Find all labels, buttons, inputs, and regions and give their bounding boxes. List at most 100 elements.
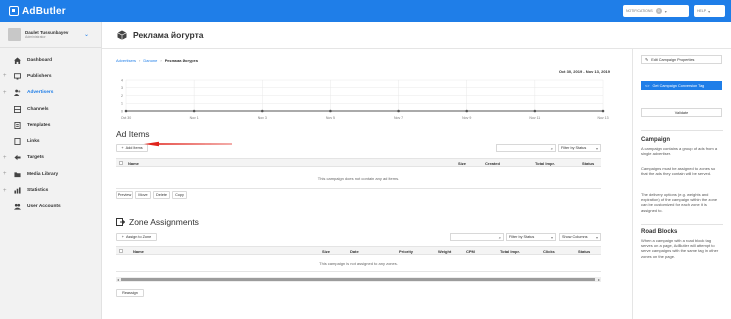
breadcrumb-item-current: Реклама йогурта <box>164 58 198 63</box>
column-header-weight[interactable]: Weight <box>438 249 451 254</box>
chevron-down-icon[interactable]: ⌄ <box>84 31 89 38</box>
sidebar: Daulet Tussunbayev Administrator ⌄ Dashb… <box>0 22 102 319</box>
preview-button[interactable]: Preview <box>116 191 133 199</box>
road-blocks-help-text: When a campaign with a road block tag se… <box>641 238 719 259</box>
breadcrumb-item-advertisers[interactable]: Advertisers <box>116 58 136 63</box>
monitor-icon <box>13 73 21 80</box>
expand-plus-icon[interactable]: + <box>3 155 7 161</box>
expand-plus-icon[interactable]: + <box>3 90 7 96</box>
column-header-size[interactable]: Size <box>322 249 330 254</box>
column-header-status[interactable]: Status <box>578 249 590 254</box>
column-header-cpm[interactable]: CPM <box>466 249 475 254</box>
notifications-dropdown[interactable]: NOTIFICATIONS 0 ▾ <box>623 5 689 17</box>
sidebar-item-label: Links <box>27 139 40 145</box>
chart-data-point[interactable] <box>124 109 128 113</box>
column-header-priority[interactable]: Priority <box>399 249 413 254</box>
sidebar-item-publishers[interactable]: + Publishers <box>0 68 101 84</box>
template-icon <box>13 121 21 129</box>
sidebar-item-media-library[interactable]: + Media Library <box>0 166 101 182</box>
chart-data-point[interactable] <box>533 109 537 113</box>
column-header-total-impr[interactable]: Total Impr. <box>500 249 520 254</box>
edit-campaign-properties-button[interactable]: ✎ Edit Campaign Properties <box>641 55 722 64</box>
breadcrumb-separator: › <box>160 58 162 63</box>
sidebar-item-label: Channels <box>27 106 49 112</box>
breadcrumb-separator: › <box>139 58 141 63</box>
avatar <box>8 28 21 41</box>
move-button[interactable]: Move <box>135 191 151 199</box>
chart-data-point[interactable] <box>601 109 605 113</box>
sidebar-item-label: Dashboard <box>27 57 53 63</box>
delete-button[interactable]: Delete <box>153 191 170 199</box>
stats-icon <box>13 187 21 194</box>
add-items-label: Add Items <box>125 146 143 150</box>
assign-to-zone-button[interactable]: + Assign to Zone <box>116 233 157 241</box>
folder-icon <box>13 171 21 178</box>
chart-data-point[interactable] <box>260 109 264 113</box>
chart-data-point[interactable] <box>465 109 469 113</box>
sidebar-item-advertisers[interactable]: + Advertisers <box>0 85 101 101</box>
column-header-size[interactable]: Size <box>458 161 466 166</box>
plus-icon: + <box>121 235 124 239</box>
sidebar-item-channels[interactable]: Channels <box>0 101 101 117</box>
divider <box>641 224 723 225</box>
sidebar-item-links[interactable]: Links <box>0 133 101 149</box>
column-header-clicks[interactable]: Clicks <box>543 249 555 254</box>
sidebar-item-user-accounts[interactable]: User Accounts <box>0 199 101 215</box>
expand-plus-icon[interactable]: + <box>3 171 7 177</box>
show-columns-dropdown[interactable]: Show Columns ▾ <box>559 233 601 241</box>
annotation-arrow-icon <box>144 141 232 147</box>
code-icon: <> <box>645 83 650 88</box>
chart-y-tick-label: 1 <box>121 102 123 106</box>
validate-button[interactable]: Validate <box>641 108 722 117</box>
ad-items-search-input[interactable]: ⌕ <box>496 144 556 152</box>
divider <box>641 130 723 131</box>
chart-date-range[interactable]: Oct 30, 2019 - Nov 13, 2019 <box>559 69 610 74</box>
zones-search-input[interactable]: ⌕ <box>450 233 504 241</box>
help-dropdown[interactable]: HELP ▾ <box>694 5 725 17</box>
logo[interactable]: AdButler <box>9 4 66 18</box>
breadcrumb-item-advertiser[interactable]: Danone <box>143 58 157 63</box>
sidebar-item-templates[interactable]: Templates <box>0 117 101 133</box>
select-all-checkbox[interactable] <box>119 248 123 253</box>
chart-x-tick-label: Nov 9 <box>462 116 471 120</box>
zones-status-filter[interactable]: Filter by Status ▾ <box>506 233 556 241</box>
column-header-status[interactable]: Status <box>582 161 594 166</box>
copy-button[interactable]: Copy <box>172 191 187 199</box>
campaign-help-text-1: A campaign contains a group of ads from … <box>641 146 718 157</box>
column-header-name[interactable]: Name <box>128 161 139 166</box>
campaign-help-text-3: The delivery options (e.g. weights and e… <box>641 192 718 213</box>
sidebar-item-label: User Accounts <box>27 204 61 210</box>
scroll-right-arrow-icon[interactable]: ▸ <box>598 277 600 282</box>
scroll-left-arrow-icon[interactable]: ◂ <box>117 277 119 282</box>
user-menu[interactable]: Daulet Tussunbayev Administrator ⌄ <box>0 22 101 48</box>
column-header-created[interactable]: Created <box>485 161 500 166</box>
expand-plus-icon[interactable]: + <box>3 73 7 79</box>
zone-assign-icon <box>116 218 125 226</box>
conversion-tag-button[interactable]: <> Get Campaign Conversion Tag <box>641 81 722 90</box>
chevron-down-icon: ▾ <box>595 234 598 240</box>
ad-items-status-filter[interactable]: Filter by Status ▾ <box>558 144 601 152</box>
sidebar-item-targets[interactable]: + Targets <box>0 150 101 166</box>
zones-horizontal-scrollbar[interactable]: ◂ ▸ <box>116 277 601 282</box>
chart-data-point[interactable] <box>397 109 400 113</box>
help-label: HELP <box>697 9 707 13</box>
users-icon <box>13 203 21 210</box>
column-header-name[interactable]: Name <box>133 249 144 254</box>
search-icon: ⌕ <box>498 234 501 240</box>
column-header-date[interactable]: Date <box>350 249 359 254</box>
select-all-checkbox[interactable] <box>119 160 123 165</box>
column-header-total-impr[interactable]: Total Impr. <box>535 161 555 166</box>
chart-y-tick-label: 3 <box>121 86 123 90</box>
validate-label: Validate <box>674 110 689 115</box>
chevron-down-icon: ▾ <box>708 8 711 14</box>
expand-plus-icon[interactable]: + <box>3 188 7 194</box>
chart-x-tick-label: Nov 7 <box>394 116 403 120</box>
page-header: Реклама йогурта <box>102 22 731 49</box>
sidebar-item-dashboard[interactable]: Dashboard <box>0 52 101 68</box>
sidebar-item-statistics[interactable]: + Statistics <box>0 182 101 198</box>
chart-data-point[interactable] <box>329 109 332 113</box>
reassign-button[interactable]: Reassign <box>116 289 144 297</box>
chart-data-point[interactable] <box>192 109 196 113</box>
scrollbar-thumb[interactable] <box>121 278 595 281</box>
conversion-tag-label: Get Campaign Conversion Tag <box>652 83 705 88</box>
